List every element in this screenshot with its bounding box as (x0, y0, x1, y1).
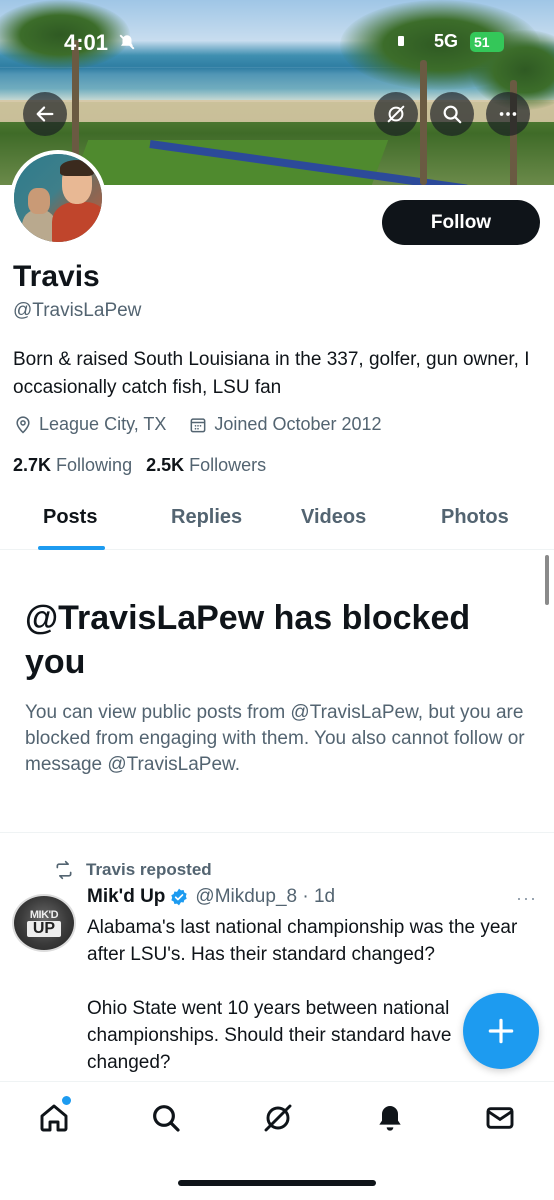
avatar-logo-line2: UP (26, 921, 62, 937)
profile-tabs: Posts Replies Videos Photos (0, 498, 554, 550)
network-label: 5G (434, 31, 459, 51)
search-button[interactable] (430, 92, 474, 136)
blocked-message: You can view public posts from @TravisLa… (25, 702, 525, 775)
profile-stats: 2.7K Following 2.5K Followers (13, 455, 280, 476)
notification-dot (62, 1096, 71, 1105)
post-text: Alabama's last national championship was… (87, 917, 518, 1073)
silent-bell-icon (118, 33, 136, 56)
plus-icon (488, 1018, 514, 1044)
more-icon (499, 112, 517, 116)
repost-label: Travis reposted (86, 860, 212, 879)
profile-handle: @TravisLaPew (13, 300, 142, 321)
post-avatar[interactable]: MIK'D UP (12, 894, 76, 952)
tab-posts[interactable]: Posts (43, 506, 97, 529)
followers-count: 2.5K (146, 455, 185, 475)
active-tab-indicator (38, 546, 105, 550)
followers-link[interactable]: 2.5K Followers (146, 455, 266, 476)
followers-label: Followers (189, 455, 267, 475)
profile-name: Travis (13, 260, 100, 293)
signal-icon (398, 36, 404, 46)
profile-location: League City, TX (13, 414, 166, 435)
post-handle-time: @Mikdup_8 · 1d (195, 886, 336, 907)
bell-icon[interactable] (374, 1102, 406, 1134)
post-display-name[interactable]: Mik'd Up (87, 886, 165, 908)
following-link[interactable]: 2.7K Following (13, 455, 132, 476)
avatar[interactable] (10, 150, 106, 246)
verified-badge-icon (171, 888, 188, 906)
tab-photos[interactable]: Photos (441, 506, 509, 529)
tab-replies[interactable]: Replies (171, 506, 242, 529)
tab-videos[interactable]: Videos (301, 506, 366, 529)
grok-icon[interactable] (262, 1102, 294, 1134)
arrow-left-icon (36, 106, 54, 122)
mail-icon[interactable] (484, 1102, 516, 1134)
repost-icon (56, 860, 72, 880)
back-button[interactable] (23, 92, 67, 136)
post-more-icon[interactable]: ··· (516, 888, 537, 909)
following-label: Following (56, 455, 133, 475)
joined-text: Joined October 2012 (214, 414, 382, 434)
search-icon (443, 105, 462, 124)
status-bar: 4:01 5G 51 (0, 0, 554, 64)
following-count: 2.7K (13, 455, 52, 475)
battery-indicator: 51 (470, 32, 504, 52)
profile-joined: Joined October 2012 (188, 414, 382, 435)
home-indicator (178, 1180, 376, 1186)
compose-button[interactable] (463, 993, 539, 1069)
banner-lawn (71, 140, 389, 185)
blocked-title: @TravisLaPew has blocked you (25, 599, 471, 681)
status-time: 4:01 (64, 30, 109, 55)
grok-button[interactable] (374, 92, 418, 136)
repost-indicator: Travis reposted (54, 860, 212, 880)
grok-icon (387, 105, 405, 123)
divider (0, 832, 554, 833)
post-header: Mik'd Up @Mikdup_8 · 1d (87, 886, 335, 908)
profile-meta: League City, TX Joined October 2012 (13, 414, 404, 435)
profile-bio: Born & raised South Louisiana in the 337… (13, 349, 530, 398)
more-button[interactable] (486, 92, 530, 136)
scrollbar[interactable] (545, 555, 549, 605)
location-pin-icon (16, 415, 30, 434)
home-icon[interactable] (38, 1102, 70, 1134)
search-icon[interactable] (150, 1102, 182, 1134)
location-text: League City, TX (39, 414, 167, 434)
follow-button[interactable]: Follow (382, 200, 540, 245)
calendar-icon (190, 417, 206, 432)
